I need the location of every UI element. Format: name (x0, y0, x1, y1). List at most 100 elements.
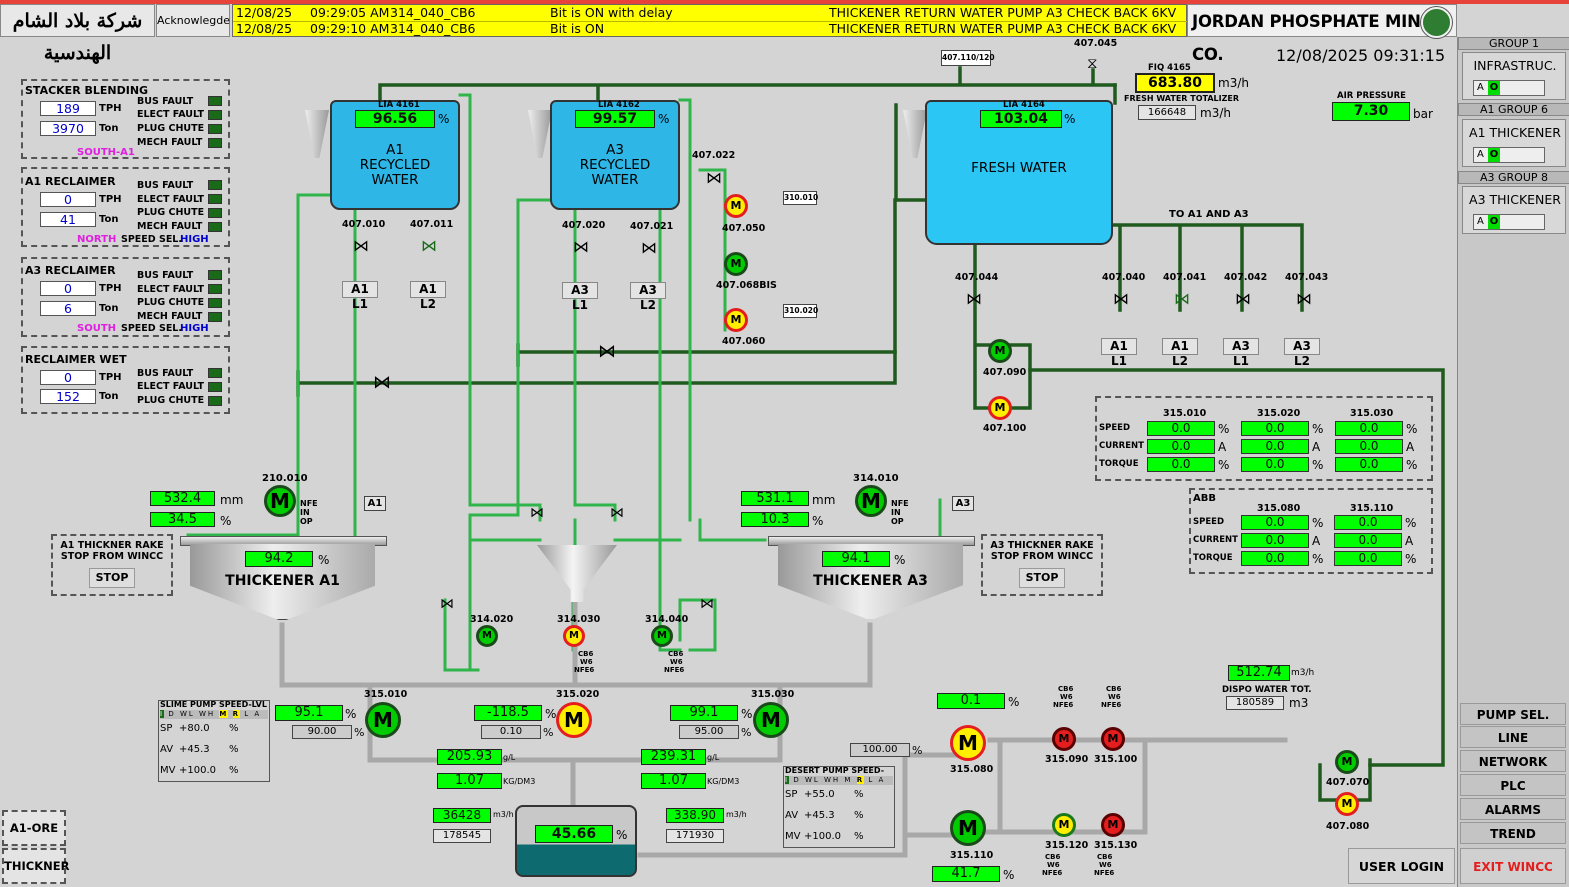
line-a1-l2[interactable]: A1 L2 (1162, 338, 1198, 368)
valve-icon[interactable]: ⋈ (598, 341, 616, 362)
column-header: 315.110 (1350, 503, 1394, 514)
thickener-a1-rake-motor-icon[interactable]: M (264, 485, 296, 517)
pct-unit: % (894, 553, 906, 567)
screen-tab-a1-ore[interactable]: A1-ORE (2, 810, 66, 846)
pct-unit: % (812, 514, 824, 528)
nav-trend[interactable]: TREND (1460, 822, 1566, 844)
unit: % (1406, 422, 1418, 436)
group-a1-thickener[interactable]: A1 THICKENER A O (1462, 119, 1566, 167)
pump-tag: 407.060 (722, 336, 766, 347)
valve-icon[interactable]: ⋈ (353, 236, 369, 255)
valve-icon[interactable]: ⋈ (610, 505, 624, 521)
pump-407090-icon[interactable]: M (988, 339, 1012, 363)
status-flag: M (844, 776, 853, 784)
line-a1-l1[interactable]: A1 L1 (342, 281, 378, 311)
unit: % (1218, 422, 1230, 436)
a3-rake-stop-button[interactable]: STOP (1019, 568, 1065, 588)
pump-314040-icon[interactable]: M (651, 625, 673, 647)
slime-pump-speed-box[interactable]: SLIME PUMP SPEED-LVL I D WL WH M R L A S… (158, 700, 270, 782)
tph-unit: TPH (99, 283, 122, 294)
status-flag: M (219, 710, 229, 718)
exit-wincc-button[interactable]: EXIT WINCC (1460, 848, 1566, 884)
line-a3-l2[interactable]: A3 L2 (1284, 338, 1320, 368)
line-a1-l1[interactable]: A1 L1 (1101, 338, 1137, 368)
tank-lia-tag: LIA 4161 (378, 100, 420, 110)
valve-icon[interactable]: ⋈ (700, 596, 714, 612)
pump-315010-icon[interactable]: M (365, 702, 401, 738)
column-header: 315.010 (1163, 408, 1207, 419)
valve-icon[interactable]: ⋈ (421, 236, 437, 255)
thickener-a3-rake-motor-icon[interactable]: M (855, 485, 887, 517)
pump-setpoint[interactable]: 0.10 (481, 725, 541, 739)
pct-unit: % (1003, 868, 1015, 882)
valve-icon[interactable]: ⋈ (641, 238, 657, 257)
source-label: NORTH (77, 234, 117, 245)
valve-icon[interactable]: ⋈ (440, 596, 454, 612)
interlock-label: OP (300, 517, 313, 526)
valve-icon[interactable]: ⋈ (1296, 289, 1312, 308)
a1-rake-stop-button[interactable]: STOP (89, 568, 135, 588)
valve-icon[interactable]: ⋈ (1235, 289, 1251, 308)
nav-alarms[interactable]: ALARMS (1460, 798, 1566, 820)
valve-icon[interactable]: ⋈ (1113, 289, 1129, 308)
nav-line-selection[interactable]: LINE SELECTION (1460, 726, 1566, 767)
rake-position: 532.4 (150, 491, 215, 506)
thickener-box[interactable]: A3 (952, 496, 974, 511)
pump-setpoint[interactable]: 95.00 (679, 725, 739, 739)
pump-407070-icon[interactable]: M (1335, 750, 1359, 774)
pump-315090-icon[interactable]: M (1052, 727, 1076, 751)
interlock-label: W6 (1099, 861, 1112, 869)
unit: % (1405, 552, 1417, 566)
line-box[interactable]: 310.010 (783, 191, 818, 205)
valve-tag: 407.041 (1163, 272, 1207, 283)
pump-315080-icon[interactable]: M (950, 725, 986, 761)
valve-icon[interactable]: ⋈ (706, 168, 722, 187)
pump-setpoint[interactable]: 90.00 (292, 725, 352, 739)
nav-pump-sel[interactable]: PUMP SEL. (1460, 703, 1566, 725)
group-a3-thickener[interactable]: A3 THICKENER A O (1462, 186, 1566, 234)
pump-407050-icon[interactable]: M (724, 194, 748, 218)
nav-plc[interactable]: PLC (1460, 774, 1566, 796)
mode-auto: A (1477, 216, 1484, 227)
group-infrastruc[interactable]: INFRASTRUC. A O (1462, 52, 1566, 100)
line-box[interactable]: 310.020 (783, 304, 818, 318)
desert-pump-speed-box[interactable]: DESERT PUMP SPEED-LVL I D WL WH M R L A … (783, 766, 895, 848)
pump-315120-icon[interactable]: M (1052, 813, 1076, 837)
fault-indicator (208, 124, 222, 134)
line-a3-l1[interactable]: A3 L1 (562, 282, 598, 312)
valve-group-box[interactable]: 407.110/120 (941, 50, 995, 66)
pump-314020-icon[interactable]: M (476, 625, 498, 647)
line-a3-l2[interactable]: A3 L2 (630, 282, 666, 312)
line-a1-l2[interactable]: A1 L2 (410, 281, 446, 311)
fault-indicator (208, 368, 222, 378)
pump-314030-icon[interactable]: M (563, 625, 585, 647)
pump-407100-icon[interactable]: M (988, 396, 1012, 420)
pump-315020-icon[interactable]: M (556, 702, 592, 738)
flow-unit: m3/h (1218, 76, 1249, 90)
screen-tab-thickner[interactable]: THICKNER (2, 848, 69, 884)
valve-icon[interactable]: ⋈ (1174, 289, 1190, 308)
pump-315110-icon[interactable]: M (950, 810, 986, 846)
pump-315100-icon[interactable]: M (1101, 727, 1125, 751)
current-value: 0.0 (1241, 439, 1309, 454)
valve-icon[interactable]: ⋈ (573, 237, 589, 256)
sg-unit: KG/DM3 (503, 777, 536, 786)
valve-tag: 407.042 (1224, 272, 1268, 283)
pump-315030-icon[interactable]: M (753, 702, 789, 738)
valve-icon[interactable]: ⋈ (966, 289, 982, 308)
interlock-label: W6 (580, 658, 593, 666)
row-label: SPEED (1099, 423, 1131, 433)
pump-315130-icon[interactable]: M (1101, 813, 1125, 837)
pump-407060-icon[interactable]: M (724, 308, 748, 332)
nav-network[interactable]: NETWORK (1460, 750, 1566, 772)
user-login-button[interactable]: USER LOGIN (1348, 848, 1455, 884)
valve-icon[interactable]: ⧖ (1087, 54, 1098, 72)
pump-407080-icon[interactable]: M (1335, 792, 1359, 816)
line-a3-l1[interactable]: A3 L1 (1223, 338, 1259, 368)
thickener-box[interactable]: A1 (364, 496, 386, 511)
valve-icon[interactable]: ⋈ (530, 505, 544, 521)
pump-407068-icon[interactable]: M (724, 252, 748, 276)
air-pressure-value: 7.30 (1332, 102, 1410, 121)
desert-pump-setpoint[interactable]: 100.00 (850, 743, 910, 757)
valve-icon[interactable]: ⋈ (373, 372, 391, 393)
